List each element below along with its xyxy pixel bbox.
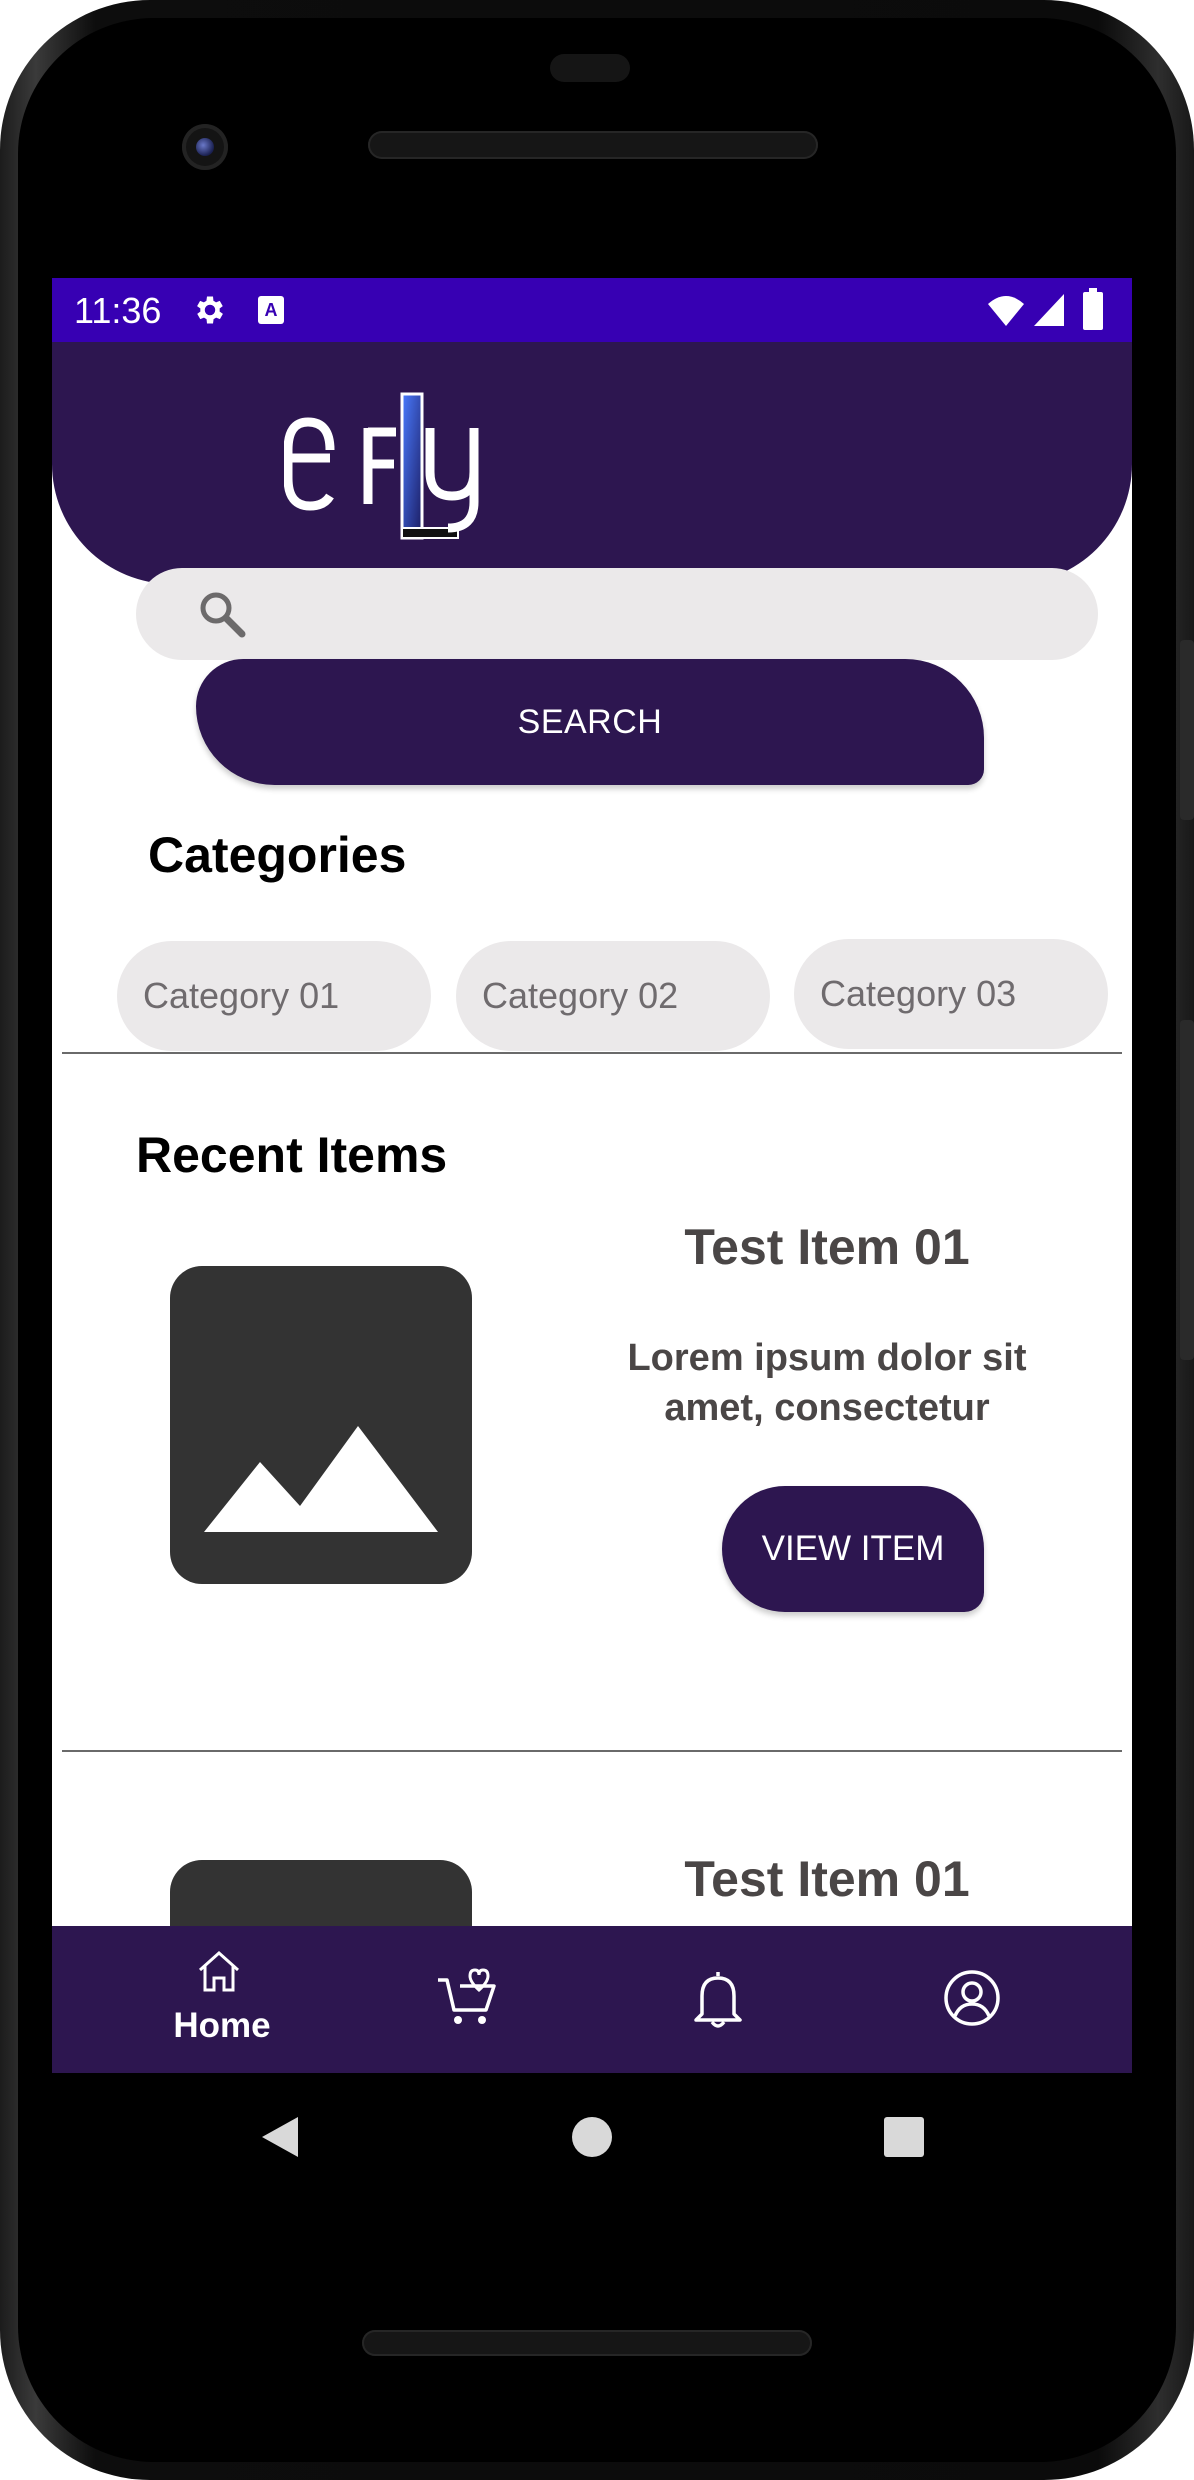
signal-icon	[1032, 292, 1066, 328]
battery-icon	[1082, 288, 1104, 330]
nav-item-cart[interactable]	[434, 1966, 500, 2030]
category-chip[interactable]: Category 03	[794, 939, 1108, 1049]
item-title: Test Item 01	[684, 1851, 970, 1907]
status-bar: 11:36 A	[52, 278, 1132, 342]
svg-text:A: A	[265, 300, 278, 320]
category-chip-label: Category 02	[482, 975, 679, 1016]
font-icon: A	[256, 294, 286, 326]
item-description-line: Lorem ipsum dolor sit	[627, 1337, 1027, 1379]
nav-item-account[interactable]	[942, 1968, 1002, 2028]
item-image-placeholder	[170, 1266, 472, 1584]
home-icon	[198, 1950, 240, 1992]
earpiece-slot	[550, 54, 630, 82]
category-chip-label: Category 03	[820, 973, 1017, 1014]
search-input[interactable]	[136, 568, 1098, 660]
search-field[interactable]	[276, 582, 1060, 648]
volume-button	[1180, 1020, 1194, 1360]
search-button-label: SEARCH	[517, 702, 663, 741]
bottom-speaker	[362, 2330, 812, 2356]
view-item-button[interactable]: VIEW ITEM	[722, 1486, 984, 1612]
top-speaker	[368, 131, 818, 159]
back-icon[interactable]	[258, 2113, 300, 2161]
status-time: 11:36	[74, 290, 162, 331]
efly-logo	[283, 392, 484, 542]
cart-icon	[438, 1968, 496, 2024]
category-chip[interactable]: Category 01	[117, 941, 431, 1051]
system-navigation-bar	[52, 2073, 1132, 2203]
item-description: Lorem ipsum dolor sit amet, consectetur	[592, 1333, 1062, 1433]
home-circle-icon[interactable]	[571, 2116, 613, 2158]
wifi-icon	[986, 292, 1026, 328]
view-item-button-label: VIEW ITEM	[761, 1529, 945, 1568]
item-description-line: amet, consectetur	[664, 1387, 990, 1429]
recent-items-title: Recent Items	[136, 1127, 448, 1183]
settings-icon	[192, 292, 228, 328]
section-divider	[62, 1052, 1122, 1054]
front-camera	[182, 124, 228, 170]
bottom-navigation: Home	[52, 1926, 1132, 2073]
app-header	[52, 342, 1132, 584]
search-button[interactable]: SEARCH	[196, 659, 984, 785]
power-button	[1180, 640, 1194, 820]
nav-label-home: Home	[173, 2006, 271, 2045]
recents-icon[interactable]	[883, 2116, 925, 2158]
image-icon	[204, 1426, 438, 1532]
nav-item-home[interactable]: Home	[142, 1948, 302, 2058]
search-icon	[196, 588, 248, 640]
item-title: Test Item 01	[684, 1219, 970, 1275]
categories-title: Categories	[148, 827, 407, 883]
category-chip[interactable]: Category 02	[456, 941, 770, 1051]
category-chip-label: Category 01	[143, 975, 340, 1016]
bell-icon	[694, 1972, 742, 2028]
app-screen: 11:36 A SEARCH Categories Category 01 Ca…	[52, 278, 1132, 2073]
account-icon	[944, 1970, 1000, 2026]
item-divider	[62, 1750, 1122, 1752]
nav-item-notifications[interactable]	[690, 1968, 746, 2028]
